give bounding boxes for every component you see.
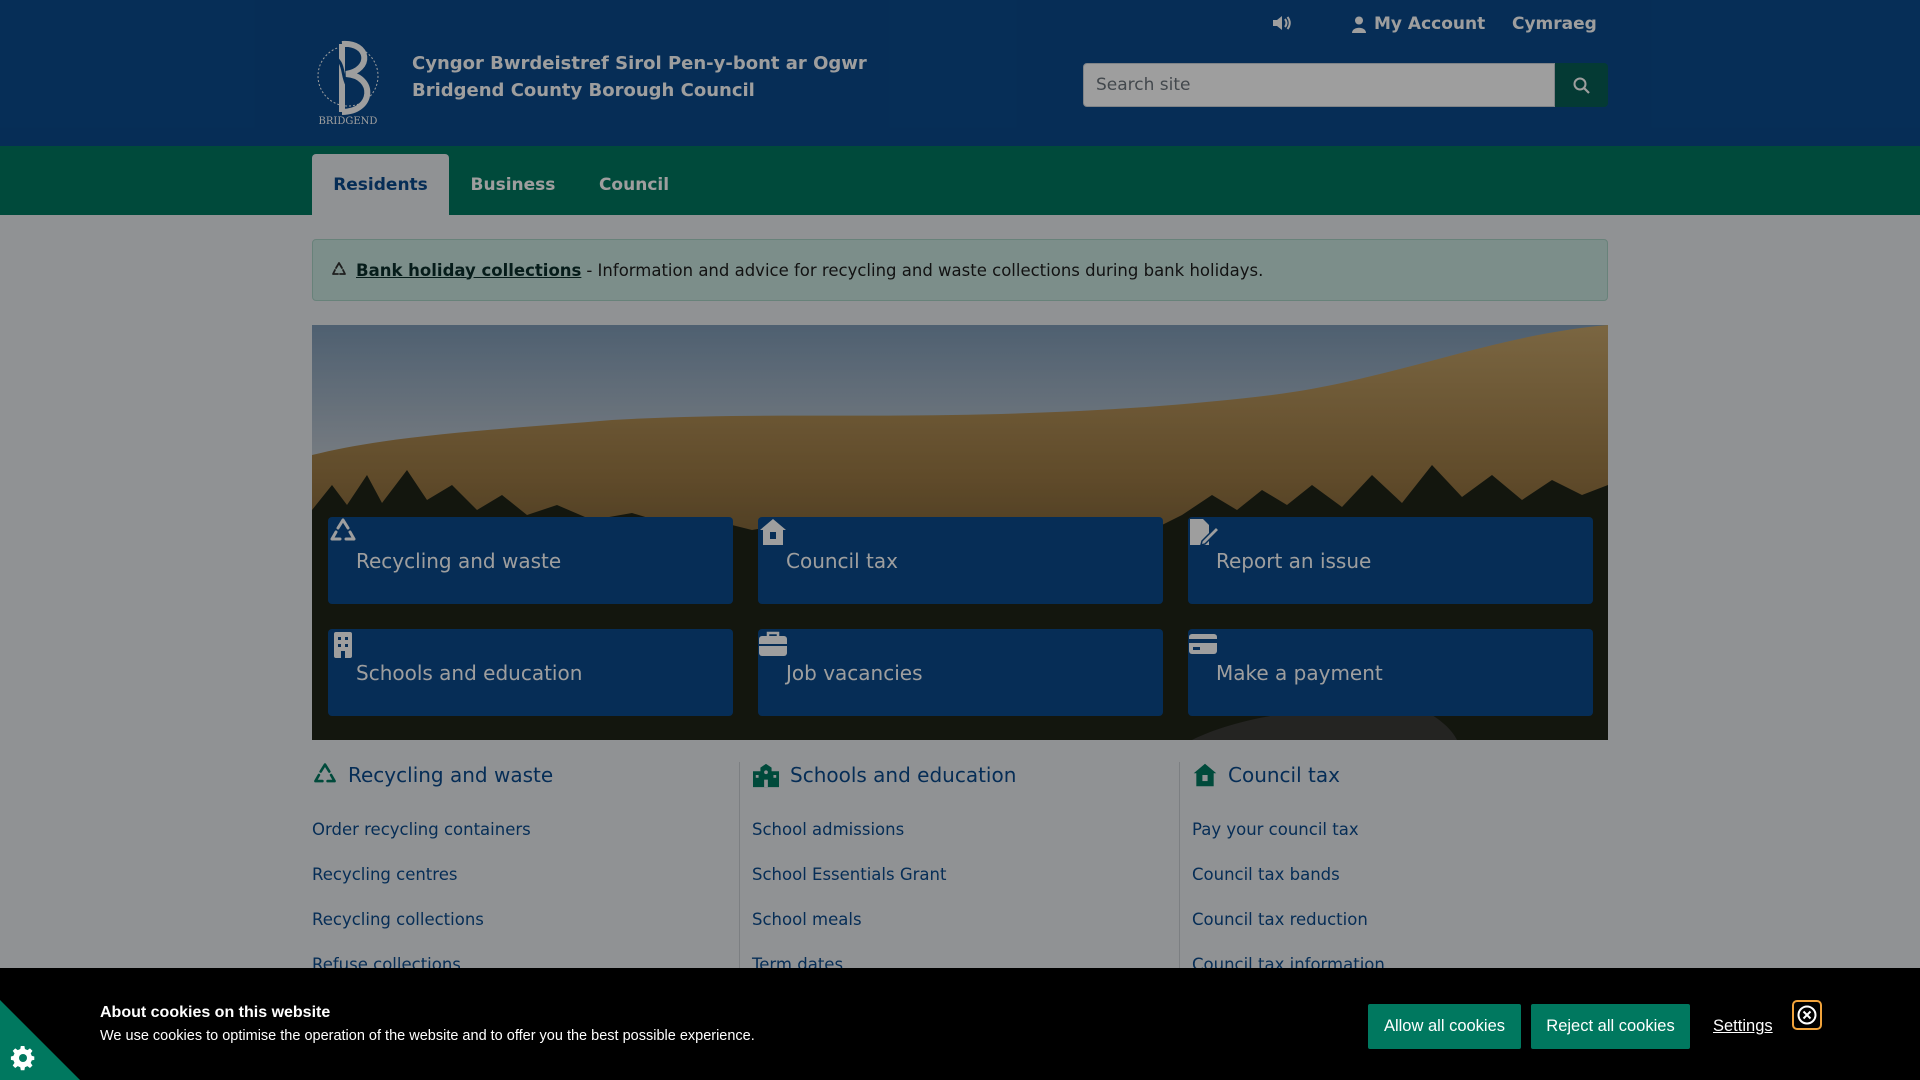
allow-all-cookies-button[interactable]: Allow all cookies bbox=[1368, 1004, 1521, 1049]
reject-all-cookies-button[interactable]: Reject all cookies bbox=[1531, 1004, 1690, 1049]
cookie-title: About cookies on this website bbox=[100, 1004, 331, 1021]
modal-overlay bbox=[0, 0, 1920, 1080]
close-icon bbox=[1797, 1005, 1817, 1025]
gear-icon bbox=[10, 1046, 35, 1071]
cookie-settings-link[interactable]: Settings bbox=[1713, 1017, 1773, 1036]
cookie-banner: About cookies on this website We use coo… bbox=[0, 968, 1920, 1080]
cookie-text: We use cookies to optimise the operation… bbox=[100, 1028, 755, 1044]
cookie-close-button[interactable] bbox=[1792, 1000, 1822, 1030]
